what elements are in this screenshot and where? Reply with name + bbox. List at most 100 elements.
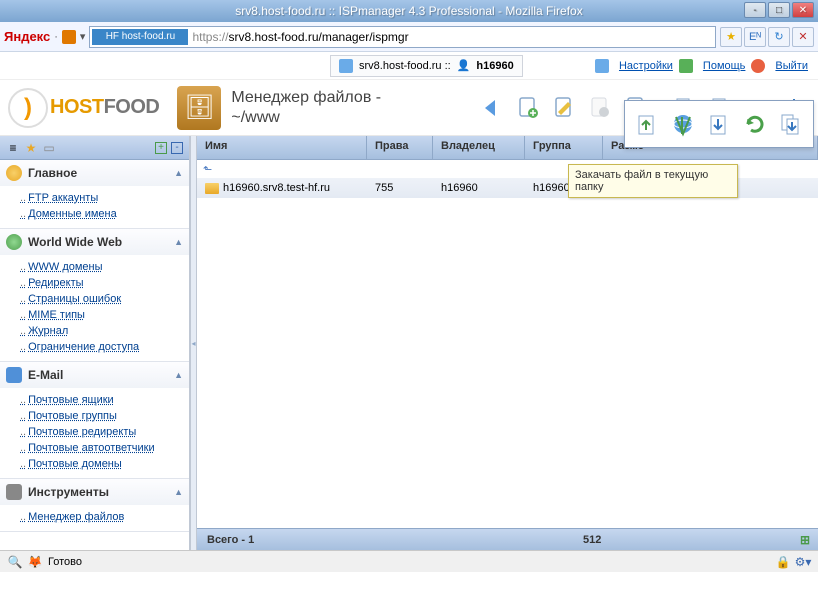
sidebar-link-mime[interactable]: ..MIME типы <box>20 307 189 323</box>
edit-button[interactable] <box>548 92 580 124</box>
logo: ) HOSTFOOD <box>8 88 159 128</box>
lock-icon: 🔒 <box>776 555 790 569</box>
chevron-up-icon: ▲ <box>174 168 183 178</box>
statusbar: 🔍 🦊 Готово 🔒 ⚙▾ <box>0 550 818 572</box>
exit-link[interactable]: Выйти <box>775 60 808 72</box>
list-icon[interactable]: ≡ <box>6 141 20 155</box>
sidebar-link-ftp[interactable]: ..FTP аккаунты <box>20 190 189 206</box>
section-email-title: E-Mail <box>28 368 63 382</box>
footer-size: 512 <box>573 534 798 546</box>
yandex-icon[interactable] <box>62 30 76 44</box>
site-favicon: HF host-food.ru <box>92 29 188 45</box>
sidebar-link-wwwdomains[interactable]: ..WWW домены <box>20 259 189 275</box>
section-main-header[interactable]: Главное ▲ <box>0 160 189 186</box>
row-owner: h16960 <box>433 182 525 194</box>
download-url-button[interactable] <box>668 109 698 139</box>
sidebar-header: ≡ ★ ▭ + - <box>0 136 189 160</box>
properties-button[interactable] <box>584 92 616 124</box>
globe-orange-icon <box>6 165 22 181</box>
folder-view-icon[interactable]: ▭ <box>42 141 56 155</box>
search-dropdown[interactable]: · <box>54 31 58 43</box>
download-all-button[interactable] <box>776 109 806 139</box>
chevron-up-icon: ▲ <box>174 370 183 380</box>
sidebar-link-journal[interactable]: ..Журнал <box>20 323 189 339</box>
download-button[interactable] <box>704 109 734 139</box>
col-perms[interactable]: Права <box>367 136 433 159</box>
row-perms: 755 <box>367 182 433 194</box>
section-email-header[interactable]: E-Mail ▲ <box>0 362 189 388</box>
row-name: h16960.srv8.test-hf.ru <box>223 182 330 194</box>
folder-icon <box>205 183 219 194</box>
col-owner[interactable]: Владелец <box>433 136 525 159</box>
fox-icon: 🦊 <box>28 555 42 569</box>
security-menu-icon[interactable]: ⚙▾ <box>796 555 810 569</box>
section-www-header[interactable]: World Wide Web ▲ <box>0 229 189 255</box>
splitter[interactable]: ◂ <box>190 136 197 550</box>
server-info-bar: srv8.host-food.ru :: 👤 h16960 Настройки … <box>0 52 818 80</box>
mail-icon <box>6 367 22 383</box>
logo-disc-icon: ) <box>8 88 48 128</box>
window-titlebar: srv8.host-food.ru :: ISPmanager 4.3 Prof… <box>0 0 818 22</box>
star-icon[interactable]: ★ <box>24 141 38 155</box>
section-tools-header[interactable]: Инструменты ▲ <box>0 479 189 505</box>
col-name[interactable]: Имя <box>197 136 367 159</box>
expand-all-icon[interactable]: + <box>155 142 167 154</box>
url-text: https://srv8.host-food.ru/manager/ispmgr <box>192 30 408 44</box>
back-button[interactable] <box>476 92 508 124</box>
sidebar-link-mailgroups[interactable]: ..Почтовые группы <box>20 408 189 424</box>
maximize-button[interactable]: □ <box>768 2 790 18</box>
stop-button[interactable]: ✕ <box>792 27 814 47</box>
server-icon <box>339 59 353 73</box>
browser-toolbar: Яндекс · ▾ HF host-food.ru https://srv8.… <box>0 22 818 52</box>
up-icon: ⬑ <box>203 163 212 176</box>
server-user-box: srv8.host-food.ru :: 👤 h16960 <box>330 55 523 77</box>
status-text: Готово <box>48 556 82 568</box>
file-cabinet-icon: 🗄 <box>177 86 221 130</box>
user-icon: 👤 <box>457 59 471 72</box>
server-label: srv8.host-food.ru :: <box>359 60 451 72</box>
section-main: Главное ▲ ..FTP аккаунты ..Доменные имен… <box>0 160 189 229</box>
sidebar-link-autoresponders[interactable]: ..Почтовые автоответчики <box>20 440 189 456</box>
refresh-button[interactable]: ↻ <box>768 27 790 47</box>
sidebar: ≡ ★ ▭ + - Главное ▲ ..FTP аккаунты ..Дом… <box>0 136 190 550</box>
sidebar-link-mailredirects[interactable]: ..Почтовые редиректы <box>20 424 189 440</box>
search-status-icon[interactable]: 🔍 <box>8 555 22 569</box>
sidebar-link-filemanager[interactable]: ..Менеджер файлов <box>20 509 189 525</box>
main-panel: Имя Права Владелец Группа Разме ⬑ h16960… <box>197 136 818 550</box>
collapse-all-icon[interactable]: - <box>171 142 183 154</box>
settings-icon <box>595 59 609 73</box>
col-group[interactable]: Группа <box>525 136 603 159</box>
new-button[interactable] <box>512 92 544 124</box>
refresh-list-button[interactable] <box>740 109 770 139</box>
dropdown-arrow-icon[interactable]: ▾ <box>80 30 86 43</box>
chevron-up-icon: ▲ <box>174 487 183 497</box>
section-tools-title: Инструменты <box>28 485 109 499</box>
favorite-button[interactable]: ★ <box>720 27 742 47</box>
section-main-title: Главное <box>28 166 77 180</box>
export-icon[interactable]: ⊞ <box>798 533 812 547</box>
help-link[interactable]: Помощь <box>703 60 746 72</box>
window-controls: - □ ✕ <box>744 2 814 18</box>
close-window-button[interactable]: ✕ <box>792 2 814 18</box>
minimize-button[interactable]: - <box>744 2 766 18</box>
sidebar-link-redirects[interactable]: ..Редиректы <box>20 275 189 291</box>
sidebar-link-mailboxes[interactable]: ..Почтовые ящики <box>20 392 189 408</box>
tools-icon <box>6 484 22 500</box>
sidebar-link-maildomains[interactable]: ..Почтовые домены <box>20 456 189 472</box>
section-www-title: World Wide Web <box>28 235 122 249</box>
upload-button[interactable] <box>632 109 662 139</box>
section-email: E-Mail ▲ ..Почтовые ящики ..Почтовые гру… <box>0 362 189 479</box>
address-bar[interactable]: HF host-food.ru https://srv8.host-food.r… <box>89 26 716 48</box>
footer-bar: Всего - 1 512 ⊞ <box>197 528 818 550</box>
float-toolbar <box>624 100 814 148</box>
sidebar-link-errorpages[interactable]: ..Страницы ошибок <box>20 291 189 307</box>
footer-total: Всего - 1 <box>197 534 573 546</box>
help-icon <box>679 59 693 73</box>
sidebar-link-access[interactable]: ..Ограничение доступа <box>20 339 189 355</box>
translate-button[interactable]: Eᴺ <box>744 27 766 47</box>
logo-text: HOSTFOOD <box>50 96 159 119</box>
settings-link[interactable]: Настройки <box>619 60 673 72</box>
section-www: World Wide Web ▲ ..WWW домены ..Редирект… <box>0 229 189 362</box>
sidebar-link-domains[interactable]: ..Доменные имена <box>20 206 189 222</box>
chevron-up-icon: ▲ <box>174 237 183 247</box>
